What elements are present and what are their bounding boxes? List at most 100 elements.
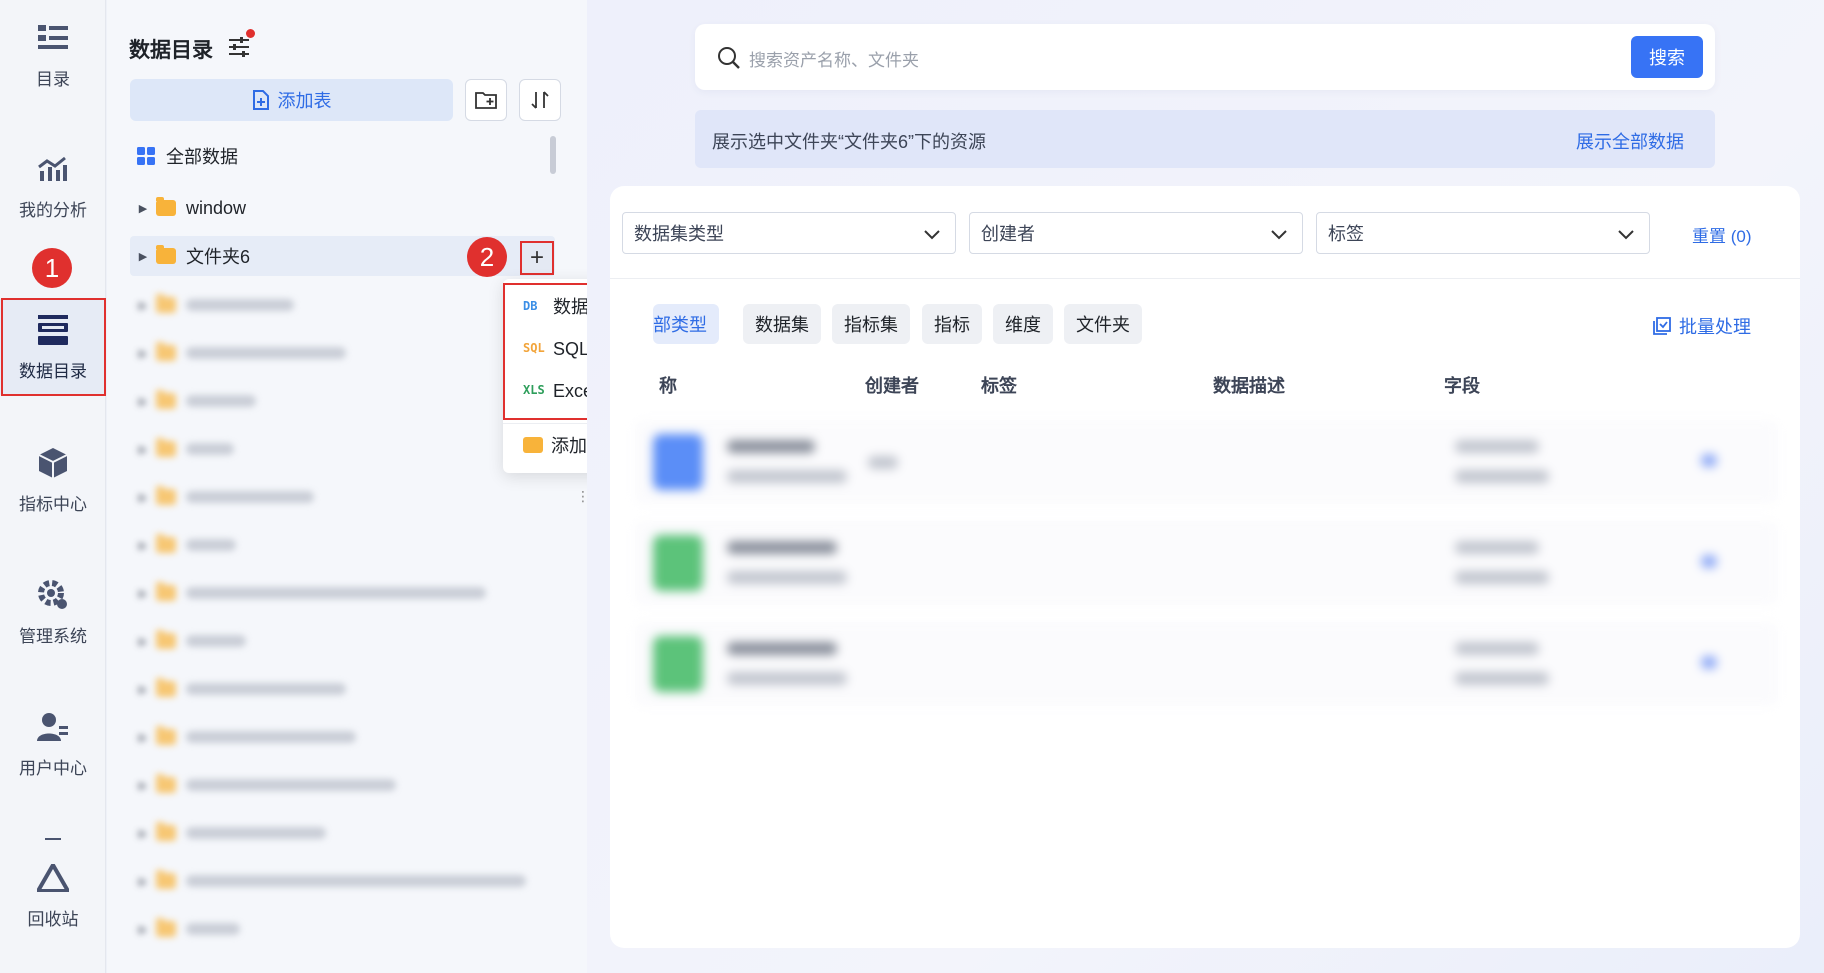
tree-item-blurred[interactable]: ▶ <box>130 765 555 805</box>
folder-add-icon <box>475 92 497 109</box>
recycle-icon <box>36 861 70 895</box>
rail-item-my-analysis[interactable]: 我的分析 <box>0 138 106 234</box>
tree-item-blurred[interactable]: ▶ <box>130 333 555 373</box>
filter-settings-icon[interactable] <box>227 36 251 58</box>
db-icon: DB <box>523 299 538 313</box>
gear-icon <box>36 578 70 612</box>
rail-label: 我的分析 <box>19 200 87 220</box>
search-bar: 搜索资产名称、文件夹 搜索 <box>695 24 1715 90</box>
tree-item-all-data[interactable]: 全部数据 <box>130 136 555 176</box>
tree-item-blurred[interactable]: ▶ <box>130 573 555 613</box>
add-table-button[interactable]: 添加表 <box>130 79 453 121</box>
dataset-type-select[interactable]: 数据集类型 <box>622 212 956 254</box>
tag-select[interactable]: 标签 <box>1316 212 1650 254</box>
tree-item-blurred[interactable]: ▶ <box>130 909 555 949</box>
rail-item-recycle-bin[interactable]: 回收站 <box>0 847 106 943</box>
expand-caret-icon[interactable]: ▶ <box>130 202 156 215</box>
rail-item-data-catalog[interactable]: 数据目录 <box>0 299 106 395</box>
chevron-down-icon <box>924 230 940 240</box>
tree-item-blurred[interactable]: ▶ <box>130 717 555 757</box>
search-icon <box>718 47 740 69</box>
expand-caret-icon[interactable]: ▶ <box>130 250 156 263</box>
rail-item-admin[interactable]: 管理系统 <box>0 564 106 660</box>
rail-divider <box>45 838 61 840</box>
data-catalog-icon <box>36 313 70 347</box>
rail-label: 数据目录 <box>19 361 87 381</box>
rail-label: 管理系统 <box>19 626 87 646</box>
chip-dataset[interactable]: 数据集 <box>743 304 821 344</box>
folder-icon <box>156 197 176 216</box>
select-value: 创建者 <box>981 224 1035 244</box>
tree-item-blurred[interactable]: ▶ <box>130 621 555 661</box>
rail-label: 用户中心 <box>19 758 87 778</box>
panel-title: 数据目录 <box>129 39 213 62</box>
table-row[interactable] <box>635 521 1778 605</box>
batch-icon <box>1653 317 1671 335</box>
chart-icon <box>36 152 70 186</box>
tree-item-blurred[interactable]: ▶ <box>130 669 555 709</box>
creator-select[interactable]: 创建者 <box>969 212 1303 254</box>
chip-folder[interactable]: 文件夹 <box>1064 304 1142 344</box>
divider <box>610 278 1800 279</box>
rail-item-metrics-center[interactable]: 指标中心 <box>0 432 106 528</box>
chip-dimension[interactable]: 维度 <box>993 304 1053 344</box>
column-header-creator: 创建者 <box>865 376 919 396</box>
cube-icon <box>36 446 70 480</box>
tree-item-label: 全部数据 <box>166 147 238 167</box>
show-all-link[interactable]: 展示全部数据 <box>1576 128 1684 154</box>
sort-icon <box>531 91 549 109</box>
user-icon <box>36 710 70 744</box>
folder-add-plus-button[interactable]: + <box>520 241 554 275</box>
rail-item-user-center[interactable]: 用户中心 <box>0 696 106 792</box>
step-badge-1: 1 <box>32 248 72 288</box>
excel-icon: XLS <box>523 383 545 397</box>
reset-filters-button[interactable]: 重置 (0) <box>1692 222 1752 247</box>
tree-item-blurred[interactable]: ▶ <box>130 525 555 565</box>
tree-item-blurred[interactable]: ▶ <box>130 861 555 901</box>
folder-icon <box>523 437 543 453</box>
nav-rail: 目录 我的分析 数据目录 指标中心 管理系统 用户中心 回收站 <box>0 0 106 973</box>
sort-button[interactable] <box>519 79 561 121</box>
rail-label: 目录 <box>36 69 70 89</box>
tree-item-blurred[interactable]: ▶ <box>130 381 555 421</box>
tree-item-label: 文件夹6 <box>186 247 251 267</box>
new-folder-button[interactable] <box>465 79 507 121</box>
tree-item-blurred[interactable]: ▶ <box>130 285 555 325</box>
chip-metric[interactable]: 指标 <box>922 304 982 344</box>
select-value: 数据集类型 <box>634 224 724 244</box>
step-badge-2: 2 <box>467 237 507 277</box>
add-file-icon <box>252 90 269 110</box>
chevron-down-icon <box>1271 230 1287 240</box>
folder-icon <box>156 245 176 264</box>
tree-item-blurred[interactable]: ▶ <box>130 813 555 853</box>
chevron-down-icon <box>1618 230 1634 240</box>
column-header-name: 称 <box>659 376 677 396</box>
rail-label: 回收站 <box>27 909 79 929</box>
select-value: 标签 <box>1328 224 1364 244</box>
table-row[interactable] <box>635 420 1778 504</box>
table-row[interactable] <box>635 622 1778 706</box>
chip-all-types[interactable]: 部类型 <box>653 304 719 344</box>
search-button[interactable]: 搜索 <box>1631 36 1703 78</box>
sql-icon: SQL <box>523 341 545 355</box>
add-table-label: 添加表 <box>277 91 332 111</box>
batch-process-button[interactable]: 批量处理 <box>1653 313 1751 339</box>
tree-item-label: window <box>186 197 247 218</box>
main-content: 搜索资产名称、文件夹 搜索 展示选中文件夹“文件夹6”下的资源 展示全部数据 数… <box>587 0 1824 973</box>
rail-label: 指标中心 <box>19 494 87 514</box>
folder-tree-panel: 数据目录 添加表 全部数据 ▶ window ▶ 文件夹6 ▶ ▶ ▶ ▶ ▶ … <box>107 0 587 973</box>
rail-item-catalog[interactable]: 目录 <box>0 7 106 103</box>
column-header-fields: 字段 <box>1444 376 1480 396</box>
info-text: 展示选中文件夹“文件夹6”下的资源 <box>712 132 986 152</box>
tree-item-blurred[interactable]: ▶ <box>130 477 555 517</box>
folder-info-bar: 展示选中文件夹“文件夹6”下的资源 展示全部数据 <box>695 110 1715 168</box>
notification-dot <box>246 29 255 38</box>
tree-item-folder[interactable]: ▶ window <box>130 188 555 228</box>
grid-icon <box>137 147 155 165</box>
search-input[interactable]: 搜索资产名称、文件夹 <box>749 46 919 71</box>
resource-card: 数据集类型 创建者 标签 重置 (0) 部类型 数据集 指标集 指标 维度 文件… <box>610 186 1800 948</box>
tree-item-blurred[interactable]: ▶ <box>130 429 555 469</box>
chip-metric-set[interactable]: 指标集 <box>832 304 910 344</box>
column-header-tag: 标签 <box>981 376 1017 396</box>
batch-label: 批量处理 <box>1679 317 1751 337</box>
